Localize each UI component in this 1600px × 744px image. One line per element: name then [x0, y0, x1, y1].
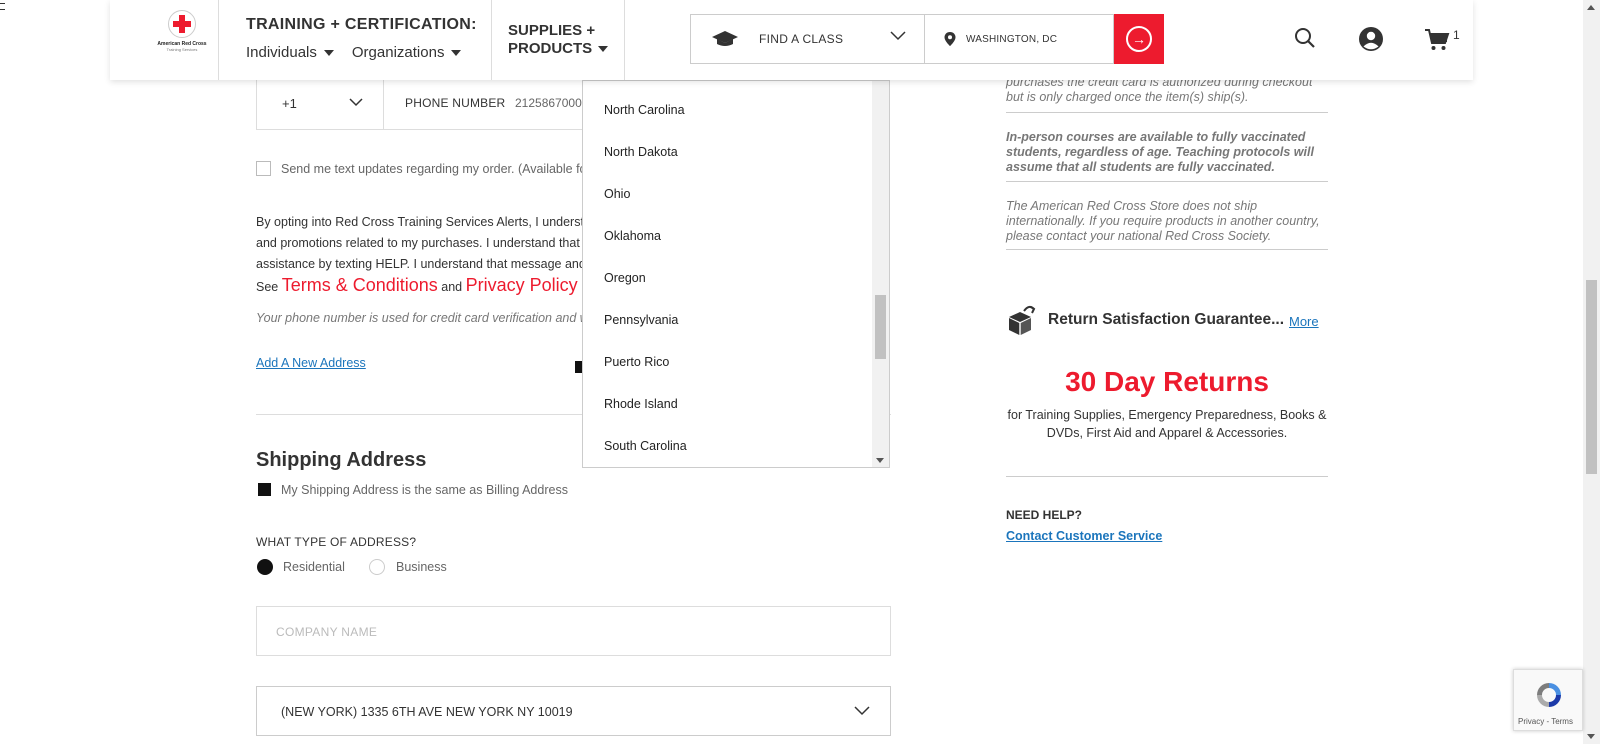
company-name-input[interactable]: COMPANY NAME — [256, 606, 891, 656]
location-value: WASHINGTON, DC — [966, 33, 1058, 45]
find-class-label: FIND A CLASS — [759, 32, 844, 46]
state-option[interactable]: North Dakota — [583, 133, 873, 175]
nav-organizations-label: Organizations — [351, 44, 445, 61]
products-label: PRODUCTS — [508, 40, 593, 57]
country-code-value: +1 — [282, 96, 297, 111]
consent-line: By opting into Red Cross Training Servic… — [256, 215, 586, 229]
scroll-up-arrow-icon[interactable] — [1587, 5, 1595, 10]
chevron-down-icon — [854, 706, 870, 716]
find-class-go-button[interactable]: → — [1114, 14, 1164, 64]
recaptcha-privacy-terms[interactable]: Privacy - Terms — [1518, 717, 1573, 726]
location-pin-icon — [944, 32, 956, 46]
sidebar-divider — [1006, 112, 1328, 113]
state-option[interactable]: Oklahoma — [583, 217, 873, 259]
thirty-day-returns-heading: 30 Day Returns — [1065, 366, 1269, 397]
caret-down-icon — [323, 49, 334, 56]
sms-consent-text: By opting into Red Cross Training Servic… — [256, 212, 586, 296]
site-header: American Red Cross Training Services TRA… — [110, 0, 1473, 80]
sidebar-divider — [1006, 181, 1328, 182]
state-option[interactable]: Rhode Island — [583, 385, 873, 427]
supplies-label: SUPPLIES + — [508, 22, 596, 39]
terms-link[interactable]: Terms & Conditions — [282, 275, 438, 295]
recaptcha-icon — [1537, 683, 1561, 707]
cart-icon[interactable] — [1424, 28, 1450, 52]
phone-number-input[interactable]: 2125867000 — [515, 96, 582, 110]
find-class-select[interactable]: FIND A CLASS — [690, 14, 925, 64]
page-scroll-thumb[interactable] — [1586, 280, 1597, 474]
caret-down-icon — [598, 46, 609, 53]
company-name-placeholder: COMPANY NAME — [276, 625, 378, 639]
residential-radio[interactable] — [257, 559, 273, 575]
returns-description: for Training Supplies, Emergency Prepare… — [1007, 408, 1327, 440]
checkout-page: American Red Cross Training Services TRA… — [0, 0, 1600, 744]
nav-individuals[interactable]: Individuals — [246, 44, 334, 61]
consent-line: assistance by texting HELP. I understand… — [256, 257, 586, 271]
dropdown-scroll-thumb[interactable] — [875, 295, 886, 359]
return-guarantee-title: Return Satisfaction Guarantee... — [1048, 311, 1284, 328]
and-text: and — [441, 280, 463, 294]
nav-individuals-label: Individuals — [246, 44, 317, 61]
state-option[interactable]: Pennsylvania — [583, 301, 873, 343]
vaccination-note: In-person courses are available to fully… — [1006, 130, 1314, 174]
nav-organizations[interactable]: Organizations — [352, 44, 462, 61]
privacy-policy-link[interactable]: Privacy Policy — [466, 275, 578, 295]
box-return-icon — [1009, 305, 1036, 335]
state-option[interactable]: Puerto Rico — [583, 343, 873, 385]
scroll-down-arrow-icon[interactable] — [876, 458, 884, 463]
consent-line: and promotions related to my purchases. … — [256, 236, 580, 250]
same-as-billing-label: My Shipping Address is the same as Billi… — [281, 483, 568, 497]
address-type-label: WHAT TYPE OF ADDRESS? — [256, 535, 417, 549]
training-menu: TRAINING + CERTIFICATION: Individuals Or… — [246, 16, 477, 61]
sidebar-divider — [1006, 249, 1328, 250]
saved-address-select[interactable]: (NEW YORK) 1335 6TH AVE NEW YORK NY 1001… — [256, 686, 891, 736]
red-cross-logo[interactable]: American Red Cross Training Services — [152, 10, 212, 70]
return-guarantee: Return Satisfaction Guarantee... More — [1006, 303, 1319, 337]
dropdown-scrollbar[interactable] — [872, 81, 889, 467]
state-options: North Carolina North Dakota Ohio Oklahom… — [583, 91, 873, 467]
logo-subtext: Training Services — [166, 47, 198, 52]
red-cross-icon — [168, 10, 196, 38]
see-text: See — [256, 280, 279, 294]
state-option[interactable]: North Carolina — [583, 91, 873, 133]
nav-supplies-products[interactable]: SUPPLIES + PRODUCTS — [508, 22, 609, 58]
header-divider — [624, 0, 625, 80]
account-icon[interactable] — [1358, 26, 1384, 52]
state-option[interactable]: South Carolina — [583, 427, 873, 467]
saved-address-value: (NEW YORK) 1335 6TH AVE NEW YORK NY 1001… — [281, 705, 573, 719]
chevron-down-icon — [890, 31, 906, 41]
phone-usage-note: Your phone number is used for credit car… — [256, 311, 586, 325]
page-scrollbar[interactable] — [1583, 0, 1600, 744]
menu-edge-icon — [0, 3, 5, 10]
training-title: TRAINING + CERTIFICATION: — [246, 16, 477, 33]
cart-count-badge: 1 — [1453, 28, 1460, 42]
add-new-address-link[interactable]: Add A New Address — [256, 356, 366, 370]
arrow-right-icon: → — [1126, 26, 1152, 52]
need-help-label: NEED HELP? — [1006, 508, 1083, 522]
scroll-down-arrow-icon[interactable] — [1587, 734, 1595, 739]
business-label: Business — [396, 560, 447, 574]
caret-down-icon — [451, 49, 462, 56]
search-icon[interactable] — [1294, 27, 1316, 49]
business-radio[interactable] — [369, 559, 385, 575]
shipping-address-title: Shipping Address — [256, 449, 427, 471]
phone-number-label: PHONE NUMBER — [405, 96, 506, 110]
residential-label: Residential — [283, 560, 345, 574]
location-input[interactable]: WASHINGTON, DC — [924, 14, 1114, 64]
contact-customer-service-link[interactable]: Contact Customer Service — [1006, 529, 1162, 543]
same-as-billing-checkbox[interactable] — [258, 483, 271, 496]
header-divider — [218, 0, 219, 80]
chevron-down-icon — [349, 98, 363, 107]
state-option[interactable]: Ohio — [583, 175, 873, 217]
return-guarantee-more-link[interactable]: More — [1289, 314, 1319, 329]
international-shipping-note: The American Red Cross Store does not sh… — [1006, 199, 1320, 243]
graduation-cap-icon — [712, 31, 738, 46]
recaptcha-badge[interactable]: Privacy - Terms — [1513, 669, 1583, 731]
sms-updates-label: Send me text updates regarding my order.… — [281, 162, 591, 176]
country-code-select[interactable]: +1 — [257, 80, 384, 129]
sms-updates-checkbox[interactable] — [256, 161, 271, 176]
state-dropdown-list[interactable]: North Carolina North Dakota Ohio Oklahom… — [582, 80, 890, 468]
sidebar-divider — [1006, 476, 1328, 477]
state-option[interactable]: Oregon — [583, 259, 873, 301]
header-divider — [491, 0, 492, 80]
